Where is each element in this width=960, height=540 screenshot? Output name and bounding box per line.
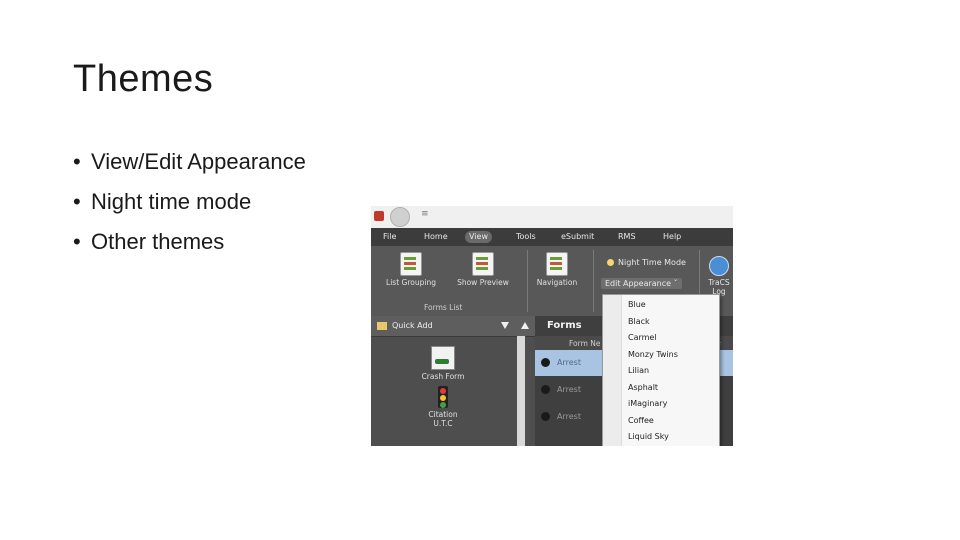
theme-option[interactable]: Liquid Sky [628, 429, 669, 444]
list-grouping-label: List Grouping [386, 278, 436, 287]
theme-option[interactable]: Lilian [628, 363, 649, 378]
quick-access-menu-icon[interactable]: ≡ [421, 209, 429, 219]
crash-form-item[interactable]: Crash Form [413, 346, 473, 381]
citation-label: Citation [428, 410, 458, 419]
scrollbar[interactable] [517, 336, 525, 446]
quick-access-button[interactable] [390, 207, 410, 227]
quick-add-header: Quick Add [371, 316, 535, 337]
bullet-item: • Other themes [73, 229, 225, 254]
tab-view[interactable]: View [465, 231, 492, 243]
forms-title: Forms [547, 320, 582, 331]
row-form-name: Arrest [557, 385, 581, 394]
navigation-button[interactable]: Navigation [531, 252, 583, 287]
show-preview-label: Show Preview [457, 278, 509, 287]
folder-icon [377, 322, 387, 330]
tracs-log-label-1: TraCS [708, 278, 730, 287]
tracs-log-button[interactable]: TraCS Log [705, 256, 733, 296]
bullet-item: • View/Edit Appearance [73, 149, 306, 174]
bullet-list: • View/Edit Appearance • Night time mode •… [73, 146, 306, 266]
ribbon-group-label: Forms List [424, 303, 463, 312]
moon-icon [607, 259, 614, 266]
traffic-light-icon [438, 386, 448, 408]
quick-access-toolbar: ≡ [371, 206, 733, 228]
tab-tools[interactable]: Tools [512, 231, 540, 243]
theme-option[interactable]: Blue [628, 297, 646, 312]
theme-option[interactable]: Carmel [628, 330, 657, 345]
night-time-mode-label: Night Time Mode [618, 258, 686, 267]
filter-icon[interactable] [501, 322, 509, 329]
theme-option[interactable]: Coffee [628, 413, 654, 428]
crash-form-label: Crash Form [421, 372, 465, 381]
app-icon[interactable] [374, 211, 384, 221]
form-status-icon [541, 385, 550, 394]
citation-sublabel: U.T.C [433, 419, 453, 428]
theme-option[interactable]: Black [628, 314, 650, 329]
row-form-name: Arrest [557, 358, 581, 367]
bullet-text: Other themes [91, 229, 225, 254]
theme-option[interactable]: iMaginary [628, 396, 667, 411]
bullet-text: View/Edit Appearance [91, 149, 306, 174]
theme-option[interactable]: Asphalt [628, 380, 658, 395]
ribbon-separator [527, 250, 528, 312]
theme-dropdown-menu: Blue Black Carmel Monzy Twins Lilian Asp… [602, 294, 720, 446]
globe-icon [709, 256, 729, 276]
citation-item[interactable]: Citation U.T.C [413, 386, 473, 428]
bullet-text: Night time mode [91, 189, 252, 214]
show-preview-button[interactable]: Show Preview [453, 252, 513, 287]
tab-home[interactable]: Home [420, 231, 452, 243]
quick-add-label: Quick Add [392, 321, 433, 330]
bullet-item: • Night time mode [73, 189, 252, 214]
quick-add-panel: Quick Add Crash Form Citation U.T.C [371, 316, 535, 446]
crash-form-icon [431, 346, 455, 370]
tab-rms[interactable]: RMS [614, 231, 640, 243]
tab-help[interactable]: Help [659, 231, 685, 243]
list-grouping-icon [400, 252, 422, 276]
tab-esubmit[interactable]: eSubmit [557, 231, 598, 243]
slide-title: Themes [73, 58, 214, 100]
list-grouping-button[interactable]: List Grouping [383, 252, 439, 287]
form-status-icon [541, 358, 550, 367]
form-status-icon [541, 412, 550, 421]
theme-option[interactable]: Monzy Twins [628, 347, 678, 362]
ribbon-separator [593, 250, 594, 312]
ribbon-tabs: File Home View Tools eSubmit RMS Help [371, 228, 733, 246]
edit-appearance-dropdown[interactable]: Edit Appearance ˇ [601, 278, 682, 289]
collapse-icon[interactable] [521, 322, 529, 329]
navigation-icon [546, 252, 568, 276]
show-preview-icon [472, 252, 494, 276]
menu-icon-strip [603, 295, 622, 446]
app-screenshot: ≡ File Home View Tools eSubmit RMS Help … [371, 206, 733, 446]
night-time-mode-toggle[interactable]: Night Time Mode [607, 258, 686, 267]
row-form-name: Arrest [557, 412, 581, 421]
column-header-form-name[interactable]: Form Ne [569, 339, 601, 348]
navigation-label: Navigation [536, 278, 578, 287]
tab-file[interactable]: File [379, 231, 400, 243]
